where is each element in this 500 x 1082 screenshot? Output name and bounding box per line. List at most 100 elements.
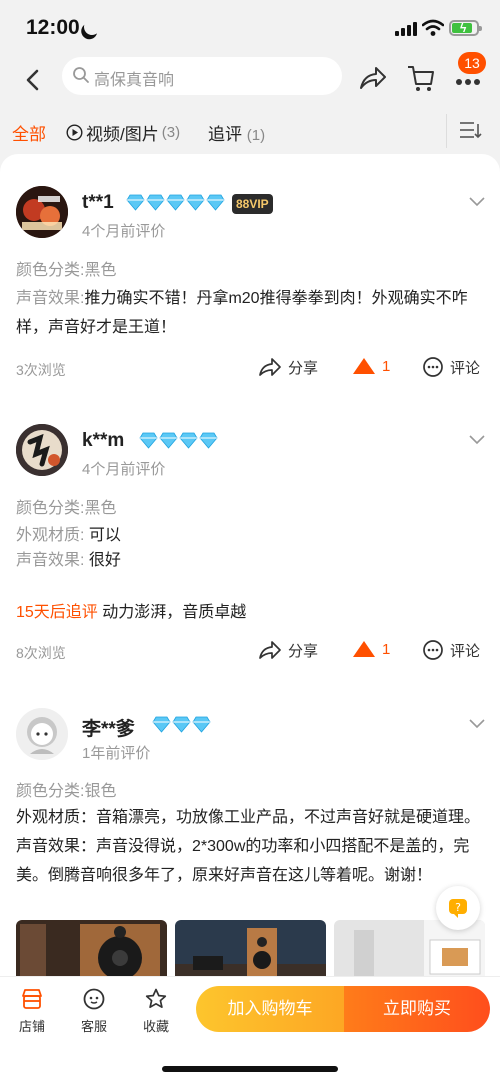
search-placeholder: 高保真音响	[94, 72, 175, 89]
avatar-image	[16, 424, 68, 476]
moon-icon	[82, 17, 103, 38]
tab-label: 全部	[12, 125, 46, 144]
comment-button[interactable]: 评论	[422, 639, 480, 661]
diamond-icon	[179, 432, 198, 449]
comment-label: 评论	[450, 642, 481, 660]
like-icon	[353, 358, 375, 374]
tab-followup[interactable]: 追评 (1)	[208, 120, 265, 145]
buy-now-button[interactable]: 立即购买	[344, 986, 490, 1032]
bottom-bar: 店铺 客服 收藏 加入购物车 立即购买	[0, 976, 500, 1082]
tab-all[interactable]: 全部	[12, 120, 46, 145]
comment-button[interactable]: 评论	[422, 356, 480, 378]
service-icon	[83, 988, 105, 1010]
chevron-down-icon[interactable]	[468, 196, 486, 208]
avatar-image	[16, 708, 68, 760]
view-count: 8次浏览	[16, 645, 66, 661]
favorite-label: 收藏	[142, 1019, 169, 1034]
diamond-icon	[206, 194, 225, 211]
avatar[interactable]	[16, 424, 68, 476]
search-input[interactable]: 高保真音响	[62, 57, 342, 95]
speaker-photo	[16, 920, 167, 980]
avatar[interactable]	[16, 186, 68, 238]
followup-review: 15天后追评 动力澎湃，音质卓越	[16, 598, 246, 622]
field-label: 外观材质:	[16, 527, 85, 544]
back-button[interactable]	[18, 64, 50, 96]
review-photo[interactable]	[16, 920, 167, 980]
status-bar: 12:00 ϟ	[0, 0, 500, 56]
followup-label: 15天后追评	[16, 604, 98, 621]
avatar-image	[16, 186, 68, 238]
like-count: 1	[382, 357, 391, 375]
diamond-icon	[192, 716, 211, 733]
ask-button[interactable]: ?	[436, 886, 480, 930]
status-time: 12:00	[26, 16, 80, 39]
signal-icon	[395, 22, 417, 36]
like-icon	[353, 641, 375, 657]
service-button[interactable]: 客服	[74, 987, 114, 1035]
review-text: 声音效果:推力确实不错！丹拿m20推得拳拳到肉！外观确实不咋样，声音好才是王道！	[16, 284, 486, 342]
field-value: 可以	[88, 527, 121, 544]
tab-count: (3)	[161, 124, 181, 141]
comment-label: 评论	[450, 359, 481, 377]
store-button[interactable]: 店铺	[12, 987, 52, 1035]
favorite-button[interactable]: 收藏	[136, 987, 176, 1035]
add-to-cart-button[interactable]: 加入购物车	[196, 986, 344, 1032]
filter-tabs: 全部 视频/图片 (3) 追评 (1)	[0, 106, 500, 154]
comment-icon	[423, 357, 443, 377]
share-button[interactable]: 分享	[258, 639, 318, 661]
member-diamonds	[152, 716, 211, 733]
diamond-icon	[172, 716, 191, 733]
field-value: 很好	[88, 552, 121, 569]
view-count: 3次浏览	[16, 362, 66, 378]
filter-icon[interactable]	[458, 120, 482, 140]
member-diamonds	[126, 194, 225, 211]
like-button[interactable]: 1	[352, 639, 390, 659]
diamond-icon	[199, 432, 218, 449]
tab-label: 视频/图片	[86, 125, 159, 144]
store-label: 店铺	[18, 1019, 45, 1034]
question-icon: ?	[449, 899, 467, 918]
review-photos	[16, 920, 485, 980]
like-count: 1	[382, 640, 391, 658]
review-time: 4个月前评价	[82, 223, 166, 240]
tab-divider	[446, 114, 447, 148]
diamond-icon	[126, 194, 145, 211]
diamond-icon	[166, 194, 185, 211]
diamond-icon	[159, 432, 178, 449]
review-photo[interactable]	[175, 920, 326, 980]
wifi-icon	[422, 19, 444, 36]
field-value: 推力确实不错！丹拿m20推得拳拳到肉！外观确实不咋样，声音好才是王道！	[16, 290, 468, 336]
variant-info: 颜色分类:黑色	[16, 262, 117, 279]
review-list: t**1 88VIP 4个月前评价 颜色分类:黑色 声音效果:推力确实不错！丹拿…	[0, 154, 500, 984]
diamond-icon	[186, 194, 205, 211]
comment-icon	[423, 640, 443, 660]
search-icon	[73, 67, 89, 83]
username: t**1	[82, 192, 114, 213]
tab-video-image[interactable]: 视频/图片 (3)	[66, 120, 180, 145]
review-time: 4个月前评价	[82, 461, 166, 478]
avatar[interactable]	[16, 708, 68, 760]
like-button[interactable]: 1	[352, 356, 390, 376]
chevron-down-icon[interactable]	[468, 718, 486, 730]
play-icon	[66, 124, 83, 141]
share-icon	[259, 641, 281, 659]
cart-badge: 13	[458, 52, 486, 74]
svg-text:?: ?	[455, 901, 461, 914]
field-label: 声音效果:	[16, 290, 85, 307]
nav-bar: 高保真音响	[0, 56, 500, 106]
variant-info: 颜色分类:黑色	[16, 500, 117, 517]
username: k**m	[82, 430, 125, 451]
tab-count: (1)	[246, 127, 266, 144]
chevron-down-icon[interactable]	[468, 434, 486, 446]
service-label: 客服	[80, 1019, 107, 1034]
review-text: 外观材质：音箱漂亮，功放像工业产品，不过声音好就是硬道理。声音效果：声音没得说，…	[16, 809, 481, 884]
diamond-icon	[146, 194, 165, 211]
cart-icon[interactable]	[406, 62, 436, 94]
username: 李**爹	[82, 719, 135, 740]
share-button[interactable]: 分享	[258, 356, 318, 378]
diamond-icon	[139, 432, 158, 449]
share-icon[interactable]	[356, 62, 388, 94]
diamond-icon	[152, 716, 171, 733]
field-label: 声音效果:	[16, 552, 85, 569]
share-label: 分享	[288, 359, 319, 377]
